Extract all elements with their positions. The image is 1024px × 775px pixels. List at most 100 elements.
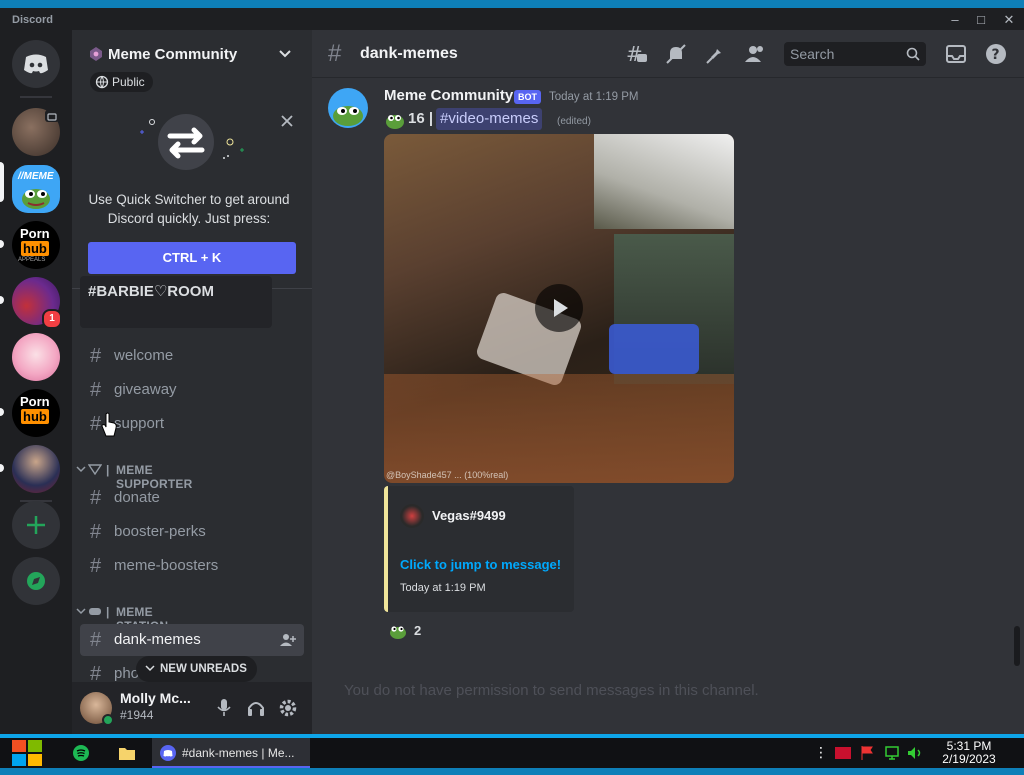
- server-meme-community[interactable]: //MEME: [12, 165, 60, 213]
- channel-dank-memes[interactable]: # dank-memes: [80, 624, 304, 656]
- chevron-down-icon: [76, 608, 86, 615]
- server-label: APPEALS: [18, 257, 46, 263]
- maximize-button[interactable]: □: [968, 11, 994, 29]
- server-label: hub: [21, 409, 49, 424]
- channel-name: meme-boosters: [114, 557, 219, 574]
- reaction-count: 2: [414, 623, 422, 638]
- public-badge: Public: [90, 72, 153, 92]
- guild-header[interactable]: Meme Community: [72, 30, 312, 78]
- quick-switcher-line: Discord quickly. Just press:: [107, 211, 271, 226]
- online-status-icon: [102, 714, 114, 726]
- controller-icon: [89, 608, 101, 615]
- user-panel: Molly Mc... #1944: [72, 682, 312, 734]
- discord-window: Discord – □ ✕ //MEME Porn hub APPEALS 1: [0, 8, 1024, 734]
- home-button[interactable]: [12, 40, 60, 88]
- play-button[interactable]: [535, 284, 583, 332]
- windows-start-icon[interactable]: [10, 736, 44, 766]
- embed-timestamp: Today at 1:19 PM: [400, 582, 486, 594]
- close-button[interactable]: ✕: [996, 11, 1022, 29]
- hashtag-icon: #: [328, 40, 342, 67]
- clock-date: 2/19/2023: [942, 752, 996, 766]
- microphone-icon[interactable]: [216, 698, 232, 718]
- pin-icon[interactable]: [704, 42, 728, 66]
- server-rail: //MEME Porn hub APPEALS 1 Porn hub: [0, 30, 72, 734]
- plus-icon: [27, 516, 45, 534]
- mention-badge: 1: [42, 309, 62, 329]
- server-label: Porn: [20, 394, 50, 409]
- embed-author[interactable]: Vegas#9499: [432, 508, 506, 523]
- help-icon[interactable]: ?: [984, 42, 1008, 66]
- channel-header: # dank-memes # Search ?: [312, 30, 1024, 78]
- message-avatar[interactable]: [328, 88, 368, 128]
- taskbar: #dank-memes | Me... ⋮ 5:31 PM 2/19/2023: [0, 738, 1024, 768]
- stage-icon: [45, 110, 59, 122]
- channel-booster-perks[interactable]: # booster-perks: [80, 516, 304, 548]
- taskbar-discord-task[interactable]: #dank-memes | Me...: [152, 738, 310, 768]
- discord-logo-icon: [160, 745, 176, 761]
- hand-cursor-icon: [101, 412, 117, 437]
- channel-meme-boosters[interactable]: # meme-boosters: [80, 550, 304, 582]
- inbox-icon[interactable]: [944, 42, 968, 66]
- spotify-icon[interactable]: [72, 744, 90, 774]
- search-input[interactable]: Search: [784, 42, 926, 66]
- channel-welcome[interactable]: # welcome: [80, 340, 304, 372]
- triangle-icon: [88, 464, 102, 475]
- flag-icon[interactable]: [860, 745, 874, 761]
- channel-name: giveaway: [114, 381, 177, 398]
- discord-logo-icon: [24, 54, 48, 74]
- channel-giveaway[interactable]: # giveaway: [80, 374, 304, 406]
- video-attachment[interactable]: @BoyShade457 ... (100%real): [384, 134, 734, 483]
- selected-server-indicator: [0, 162, 4, 202]
- quick-switcher-illustration: [140, 114, 244, 170]
- embed-reply-card: Vegas#9499 Click to jump to message! Tod…: [384, 486, 574, 612]
- taskbar-clock[interactable]: 5:31 PM 2/19/2023: [934, 740, 1004, 766]
- message-author[interactable]: Meme Community: [384, 87, 513, 104]
- edited-label: (edited): [557, 116, 591, 127]
- volume-icon[interactable]: [906, 745, 924, 761]
- new-unreads-label: NEW UNREADS: [160, 663, 247, 675]
- server-porn-hub[interactable]: Porn hub: [12, 389, 60, 437]
- server-president[interactable]: [12, 445, 60, 493]
- hashtag-icon: #: [90, 555, 102, 577]
- close-icon[interactable]: [280, 114, 294, 128]
- minimize-button[interactable]: –: [942, 11, 968, 29]
- channel-name: welcome: [114, 347, 174, 364]
- tray-app-icon[interactable]: [834, 746, 852, 760]
- add-server-button[interactable]: [12, 501, 60, 549]
- quick-switcher-line: Use Quick Switcher to get around: [88, 192, 290, 207]
- server-anime-girl[interactable]: [12, 333, 60, 381]
- chat-scrollbar[interactable]: [1014, 626, 1020, 666]
- network-icon[interactable]: [884, 745, 900, 761]
- folder-icon[interactable]: [118, 745, 136, 775]
- tray-overflow-icon[interactable]: ⋮: [814, 744, 828, 761]
- settings-gear-icon[interactable]: [278, 698, 298, 718]
- username: Molly Mc...: [120, 690, 191, 706]
- channel-donate[interactable]: # donate: [80, 482, 304, 514]
- message-composer-disabled: You do not have permission to send messa…: [328, 676, 1008, 706]
- channel-mention-link[interactable]: #video-memes: [436, 108, 543, 130]
- new-unreads-button[interactable]: NEW UNREADS: [136, 656, 257, 682]
- member-list-icon[interactable]: [744, 42, 768, 66]
- unread-indicator: [0, 464, 4, 472]
- channel-title: dank-memes: [360, 45, 458, 62]
- threads-icon[interactable]: #: [624, 42, 648, 66]
- tooltip-text: #BARBIE♡ROOM: [88, 283, 214, 300]
- server-porn-hub-appeals[interactable]: Porn hub APPEALS: [12, 221, 60, 269]
- unread-indicator: [0, 240, 4, 248]
- public-label: Public: [112, 75, 145, 89]
- composer-placeholder: You do not have permission to send messa…: [344, 682, 759, 699]
- play-icon: [554, 299, 568, 317]
- server-label: Porn: [20, 226, 50, 241]
- explore-servers-button[interactable]: [12, 557, 60, 605]
- headphones-icon[interactable]: [246, 698, 266, 718]
- mute-bell-icon[interactable]: [664, 42, 688, 66]
- hashtag-icon: #: [90, 345, 102, 367]
- quick-switcher-text: Use Quick Switcher to get around Discord…: [86, 190, 292, 228]
- svg-text:?: ?: [992, 47, 1000, 63]
- quick-switcher-button[interactable]: CTRL + K: [88, 242, 296, 274]
- server-label: hub: [21, 241, 49, 256]
- pepe-emoji-icon: [390, 626, 406, 639]
- add-member-icon[interactable]: [280, 633, 296, 647]
- chevron-down-icon: [145, 665, 155, 672]
- jump-to-message-link[interactable]: Click to jump to message!: [400, 557, 561, 572]
